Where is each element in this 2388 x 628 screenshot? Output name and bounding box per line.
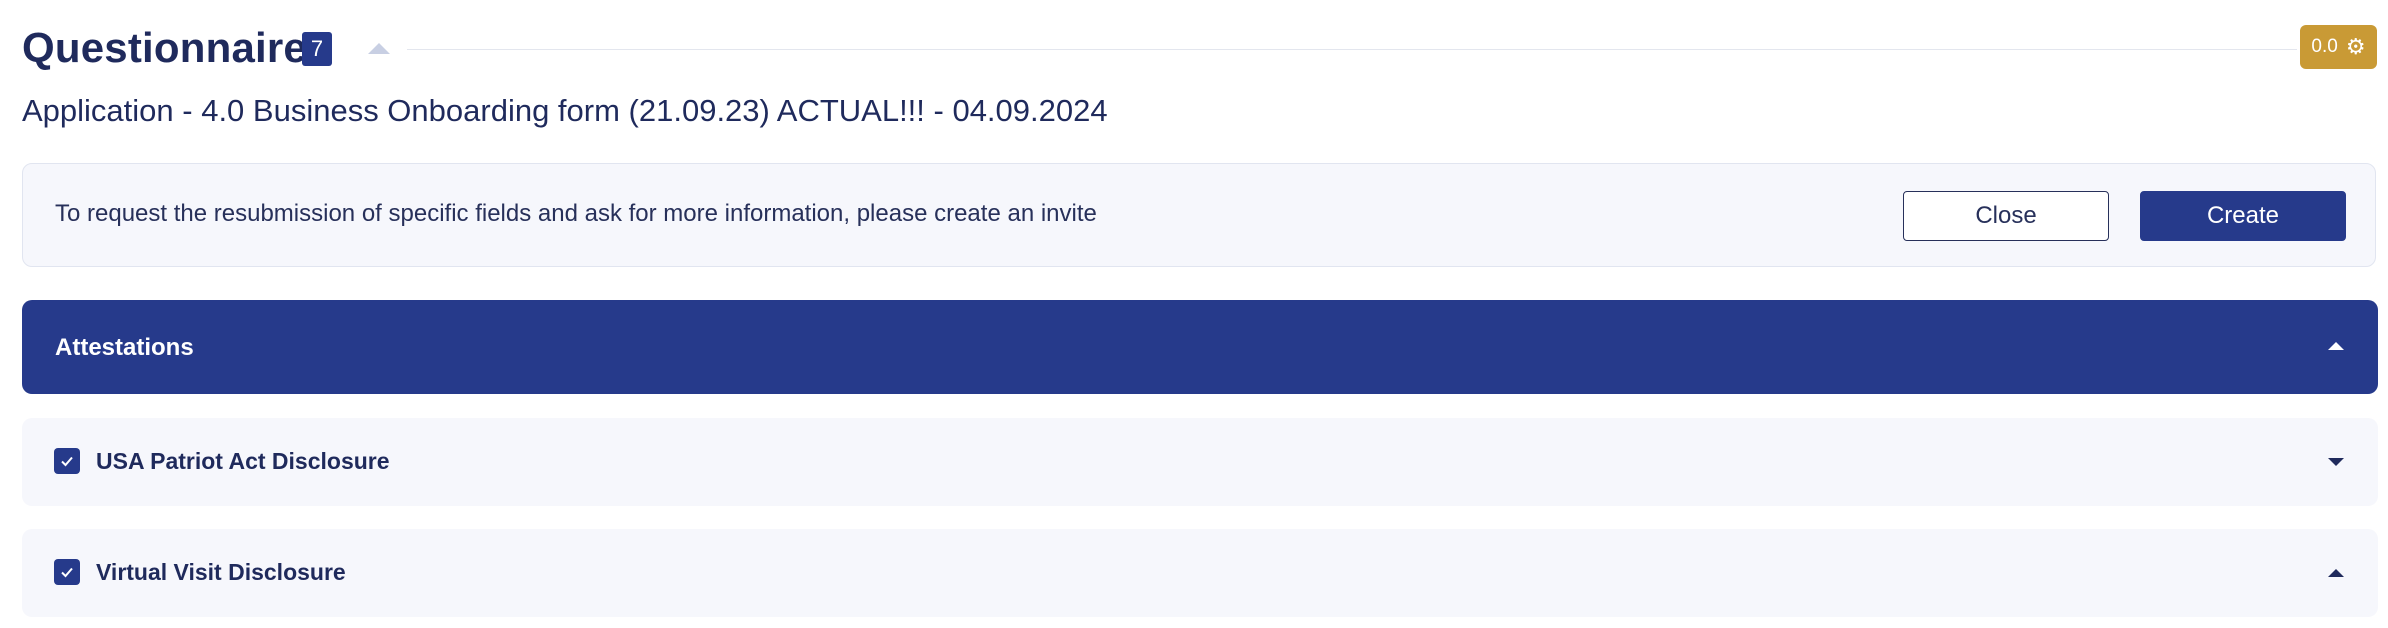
accordion-item-virtual-visit[interactable]: Virtual Visit Disclosure bbox=[22, 529, 2378, 617]
page-title: Questionnaire bbox=[22, 24, 307, 71]
chevron-down-icon bbox=[2328, 458, 2344, 466]
checkbox-checked[interactable] bbox=[54, 559, 80, 585]
header-divider bbox=[407, 49, 2297, 50]
count-badge: 7 bbox=[302, 32, 332, 66]
create-button[interactable]: Create bbox=[2140, 191, 2346, 241]
check-icon bbox=[61, 456, 73, 467]
checkbox-checked[interactable] bbox=[54, 448, 80, 474]
item-label: USA Patriot Act Disclosure bbox=[96, 448, 390, 474]
chevron-up-icon[interactable] bbox=[368, 43, 390, 54]
section-title: Attestations bbox=[55, 334, 194, 361]
invite-message: To request the resubmission of specific … bbox=[55, 200, 1097, 227]
gear-icon: ⚙ bbox=[2345, 34, 2366, 59]
chevron-up-icon bbox=[2328, 569, 2344, 577]
invite-panel: To request the resubmission of specific … bbox=[22, 163, 2376, 267]
item-label: Virtual Visit Disclosure bbox=[96, 559, 346, 585]
close-button[interactable]: Close bbox=[1903, 191, 2109, 241]
check-icon bbox=[61, 567, 73, 578]
chevron-up-icon bbox=[2328, 342, 2344, 350]
application-subtitle: Application - 4.0 Business Onboarding fo… bbox=[22, 93, 1108, 128]
page-header: Questionnaire 7 0.0 ⚙ bbox=[22, 18, 2377, 80]
score-value: 0.0 bbox=[2311, 36, 2338, 57]
section-header-attestations[interactable]: Attestations bbox=[22, 300, 2378, 394]
accordion-item-usa-patriot-act[interactable]: USA Patriot Act Disclosure bbox=[22, 418, 2378, 506]
score-settings-button[interactable]: 0.0 ⚙ bbox=[2300, 25, 2377, 69]
